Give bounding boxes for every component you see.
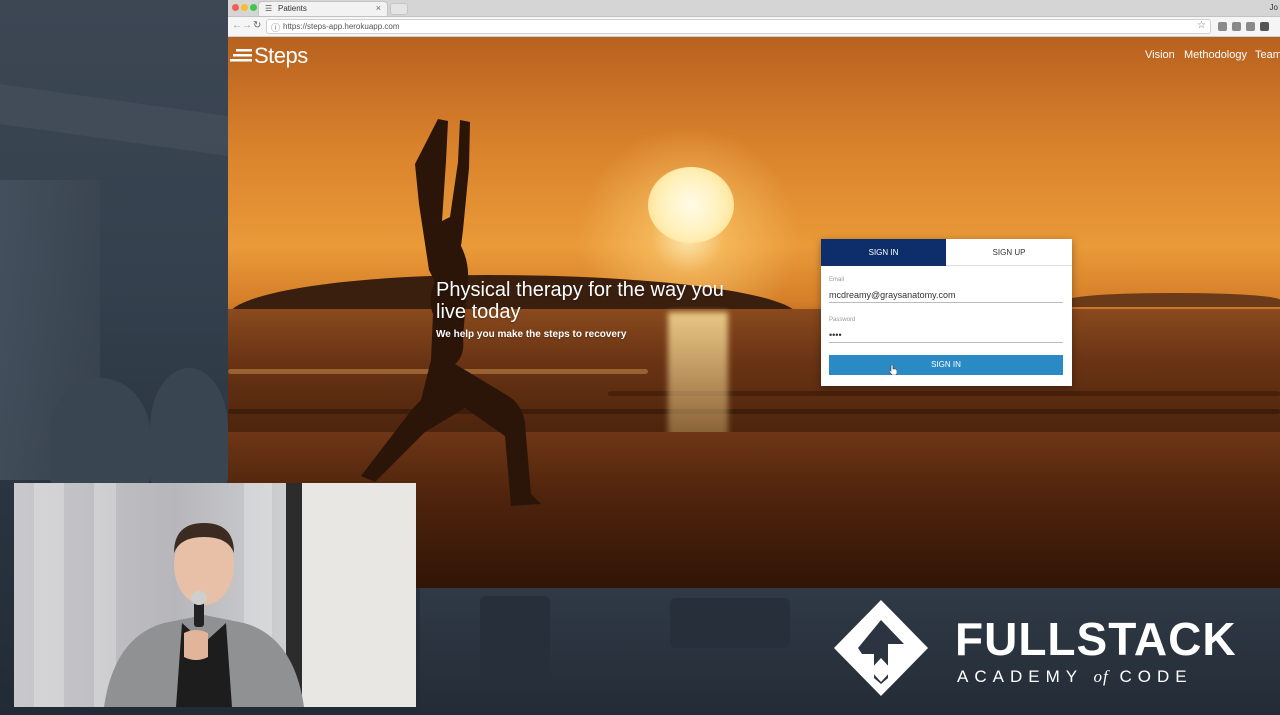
url-text: https://steps-app.herokuapp.com <box>283 22 400 31</box>
curtain <box>34 483 64 707</box>
steps-logo-icon <box>230 49 252 62</box>
sun <box>648 167 734 243</box>
nav-link-vision[interactable]: Vision <box>1145 49 1175 61</box>
nav-link-team[interactable]: Team <box>1255 49 1280 61</box>
tab-title: Patients <box>278 4 307 13</box>
extension-icon[interactable] <box>1218 22 1227 31</box>
email-label: Email <box>829 277 845 283</box>
extension-icon[interactable] <box>1232 22 1241 31</box>
close-window-button[interactable] <box>232 4 239 11</box>
hero-subtitle: We help you make the steps to recovery <box>436 329 627 340</box>
fullstack-diamond-logo-icon <box>834 600 928 696</box>
chair <box>480 596 550 686</box>
distant-headland <box>1068 293 1280 307</box>
audience-member <box>150 368 228 488</box>
new-tab-button[interactable] <box>390 3 408 15</box>
site-info-icon[interactable]: ⓘ <box>271 21 280 34</box>
extension-icon[interactable] <box>1246 22 1255 31</box>
audience-member <box>50 378 150 488</box>
nav-link-methodology[interactable]: Methodology <box>1184 49 1247 61</box>
fullstack-logo-title: FULLSTACK <box>955 613 1237 665</box>
browser-tab[interactable]: ☰ Patients × <box>258 1 388 16</box>
address-bar[interactable]: ⓘ https://steps-app.herokuapp.com ☆ <box>266 19 1211 34</box>
logo-sub-code: CODE <box>1119 667 1193 686</box>
profile-name[interactable]: Jo <box>1270 3 1278 12</box>
password-label: Password <box>829 317 856 323</box>
hand-cursor-icon <box>889 365 897 375</box>
forward-icon[interactable]: → <box>242 20 252 31</box>
browser-toolbar: ← → ↻ ⓘ https://steps-app.herokuapp.com … <box>228 17 1280 37</box>
fullstack-logo-subtitle: ACADEMY of CODE <box>957 667 1193 687</box>
hero-title: Physical therapy for the way you live to… <box>436 279 724 323</box>
extension-icon[interactable] <box>1260 22 1269 31</box>
maximize-window-button[interactable] <box>250 4 257 11</box>
password-field[interactable] <box>829 329 1063 343</box>
brand-name[interactable]: Steps <box>254 43 308 69</box>
presenter-webcam <box>14 483 416 707</box>
tab-close-icon[interactable]: × <box>376 3 381 13</box>
tab-sign-up[interactable]: SIGN UP <box>946 239 1072 266</box>
bookmark-star-icon[interactable]: ☆ <box>1197 20 1206 31</box>
chair <box>670 598 790 648</box>
tab-sign-in[interactable]: SIGN IN <box>821 239 946 266</box>
steps-favicon-icon: ☰ <box>265 4 273 13</box>
logo-sub-of: of <box>1093 667 1109 686</box>
presenter <box>104 523 304 707</box>
back-icon[interactable]: ← <box>232 20 242 31</box>
ceiling-beam <box>0 83 228 157</box>
auth-card: SIGN IN SIGN UP Email Password SIGN IN <box>821 239 1072 386</box>
minimize-window-button[interactable] <box>241 4 248 11</box>
sign-in-button[interactable]: SIGN IN <box>829 355 1063 375</box>
email-field[interactable] <box>829 289 1063 303</box>
browser-tab-bar: ☰ Patients × Jo <box>228 0 1280 17</box>
logo-sub-academy: ACADEMY <box>957 667 1083 686</box>
reload-icon[interactable]: ↻ <box>253 20 261 31</box>
